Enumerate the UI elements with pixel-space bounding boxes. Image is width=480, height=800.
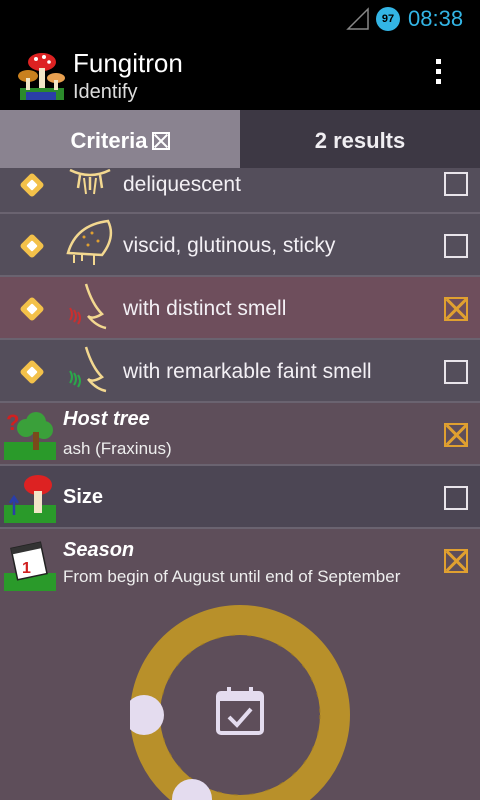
clock: 08:38 xyxy=(408,6,464,31)
criterion-label: viscid, glutinous, sticky xyxy=(123,234,336,257)
criterion-checkbox[interactable] xyxy=(444,172,468,196)
group-title: Season xyxy=(63,539,135,561)
gills-deliquescent-icon xyxy=(69,168,111,195)
status-bar: 97 08:38 xyxy=(0,0,480,38)
diamond-icon xyxy=(19,172,45,198)
criterion-checkbox[interactable] xyxy=(444,297,468,321)
group-checkbox[interactable] xyxy=(444,549,468,573)
criterion-label: with distinct smell xyxy=(123,297,287,320)
group-title: Size xyxy=(63,486,104,508)
nose-faint-smell-icon xyxy=(69,346,107,393)
tab-criteria[interactable]: Criteria xyxy=(0,110,240,168)
group-checkbox[interactable] xyxy=(444,423,468,447)
diamond-icon xyxy=(19,359,45,385)
viscid-cap-icon xyxy=(66,219,113,265)
criterion-checkbox[interactable] xyxy=(444,234,468,258)
signal-icon xyxy=(346,7,369,30)
app-logo-icon[interactable] xyxy=(14,48,68,102)
group-size[interactable]: Size xyxy=(0,466,480,529)
diamond-icon xyxy=(19,296,45,322)
calendar-check-icon[interactable] xyxy=(216,687,264,735)
clear-criteria-icon[interactable] xyxy=(151,132,170,150)
criterion-label: with remarkable faint smell xyxy=(123,360,372,383)
criterion-checkbox[interactable] xyxy=(444,360,468,384)
group-checkbox[interactable] xyxy=(444,486,468,510)
season-dial[interactable] xyxy=(130,605,350,800)
criterion-row[interactable]: with remarkable faint smell xyxy=(0,340,480,403)
group-subtitle: ash (Fraxinus) xyxy=(63,439,172,458)
tab-criteria-label: Criteria xyxy=(70,128,148,153)
group-subtitle: From begin of August until end of Septem… xyxy=(63,567,401,586)
app-title: Fungitron xyxy=(73,48,183,78)
nose-smell-icon xyxy=(69,283,107,330)
diamond-icon xyxy=(19,233,45,259)
criterion-label: deliquescent xyxy=(123,173,241,196)
action-bar: Fungitron Identify xyxy=(0,38,480,110)
criterion-row[interactable]: deliquescent xyxy=(0,168,480,214)
calendar-season-icon: 1 xyxy=(4,541,56,591)
battery-icon: 97 xyxy=(376,7,400,31)
overflow-menu-icon[interactable] xyxy=(426,54,450,94)
tab-bar: Criteria 2 results xyxy=(0,110,480,168)
svg-text:1: 1 xyxy=(22,560,31,577)
criterion-row[interactable]: viscid, glutinous, sticky xyxy=(0,214,480,277)
tab-results[interactable]: 2 results xyxy=(240,110,480,168)
app-subtitle: Identify xyxy=(73,81,138,103)
svg-text:?: ? xyxy=(6,410,19,435)
criterion-row[interactable]: with distinct smell xyxy=(0,277,480,340)
host-tree-icon: ? xyxy=(4,410,56,460)
size-icon xyxy=(4,475,56,523)
criteria-list: deliquescent viscid, glutinous, sticky w… xyxy=(0,168,480,800)
group-title: Host tree xyxy=(63,408,150,430)
group-host-tree[interactable]: ? Host tree ash (Fraxinus) xyxy=(0,403,480,466)
